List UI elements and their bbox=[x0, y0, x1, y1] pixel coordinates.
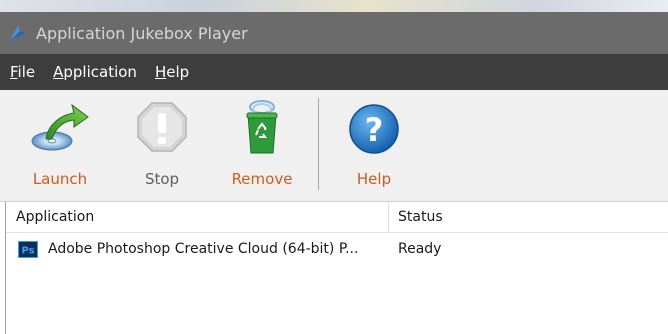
help-label: Help bbox=[356, 170, 392, 188]
toolbar: Launch Stop Remove ? Help bbox=[0, 90, 668, 202]
menu-file[interactable]: File bbox=[0, 63, 44, 81]
window-title: Application Jukebox Player bbox=[36, 23, 248, 43]
menu-application[interactable]: Application bbox=[44, 63, 146, 81]
help-icon: ? bbox=[344, 96, 404, 158]
title-bar[interactable]: Application Jukebox Player bbox=[0, 12, 668, 54]
remove-label: Remove bbox=[231, 170, 293, 188]
application-name: Adobe Photoshop Creative Cloud (64-bit) … bbox=[48, 241, 359, 257]
photoshop-icon: Ps bbox=[18, 241, 38, 258]
help-button[interactable]: ? Help bbox=[336, 96, 412, 196]
application-status: Ready bbox=[398, 241, 442, 257]
launch-button[interactable]: Launch bbox=[22, 96, 98, 196]
remove-button[interactable]: Remove bbox=[224, 96, 300, 196]
svg-text:?: ? bbox=[365, 111, 384, 149]
launch-icon bbox=[30, 96, 90, 158]
toolbar-separator bbox=[318, 98, 319, 190]
list-item[interactable]: Ps Adobe Photoshop Creative Cloud (64-bi… bbox=[6, 233, 668, 265]
column-header-application[interactable]: Application bbox=[16, 202, 94, 232]
desktop-background-strip bbox=[0, 0, 668, 12]
stop-button[interactable]: Stop bbox=[124, 96, 200, 196]
menu-help[interactable]: Help bbox=[146, 63, 198, 81]
app-logo-icon bbox=[8, 22, 30, 44]
launch-label: Launch bbox=[32, 170, 88, 188]
recycle-bin-icon bbox=[232, 96, 292, 158]
svg-text:Ps: Ps bbox=[21, 246, 34, 257]
stop-label: Stop bbox=[144, 170, 180, 188]
column-divider[interactable] bbox=[388, 202, 389, 232]
column-header-status[interactable]: Status bbox=[398, 202, 443, 232]
list-header: Application Status bbox=[6, 202, 668, 233]
application-list[interactable]: Application Status Ps Adobe Photoshop Cr… bbox=[5, 202, 668, 334]
menu-bar: File Application Help bbox=[0, 54, 668, 90]
stop-icon bbox=[132, 96, 192, 158]
